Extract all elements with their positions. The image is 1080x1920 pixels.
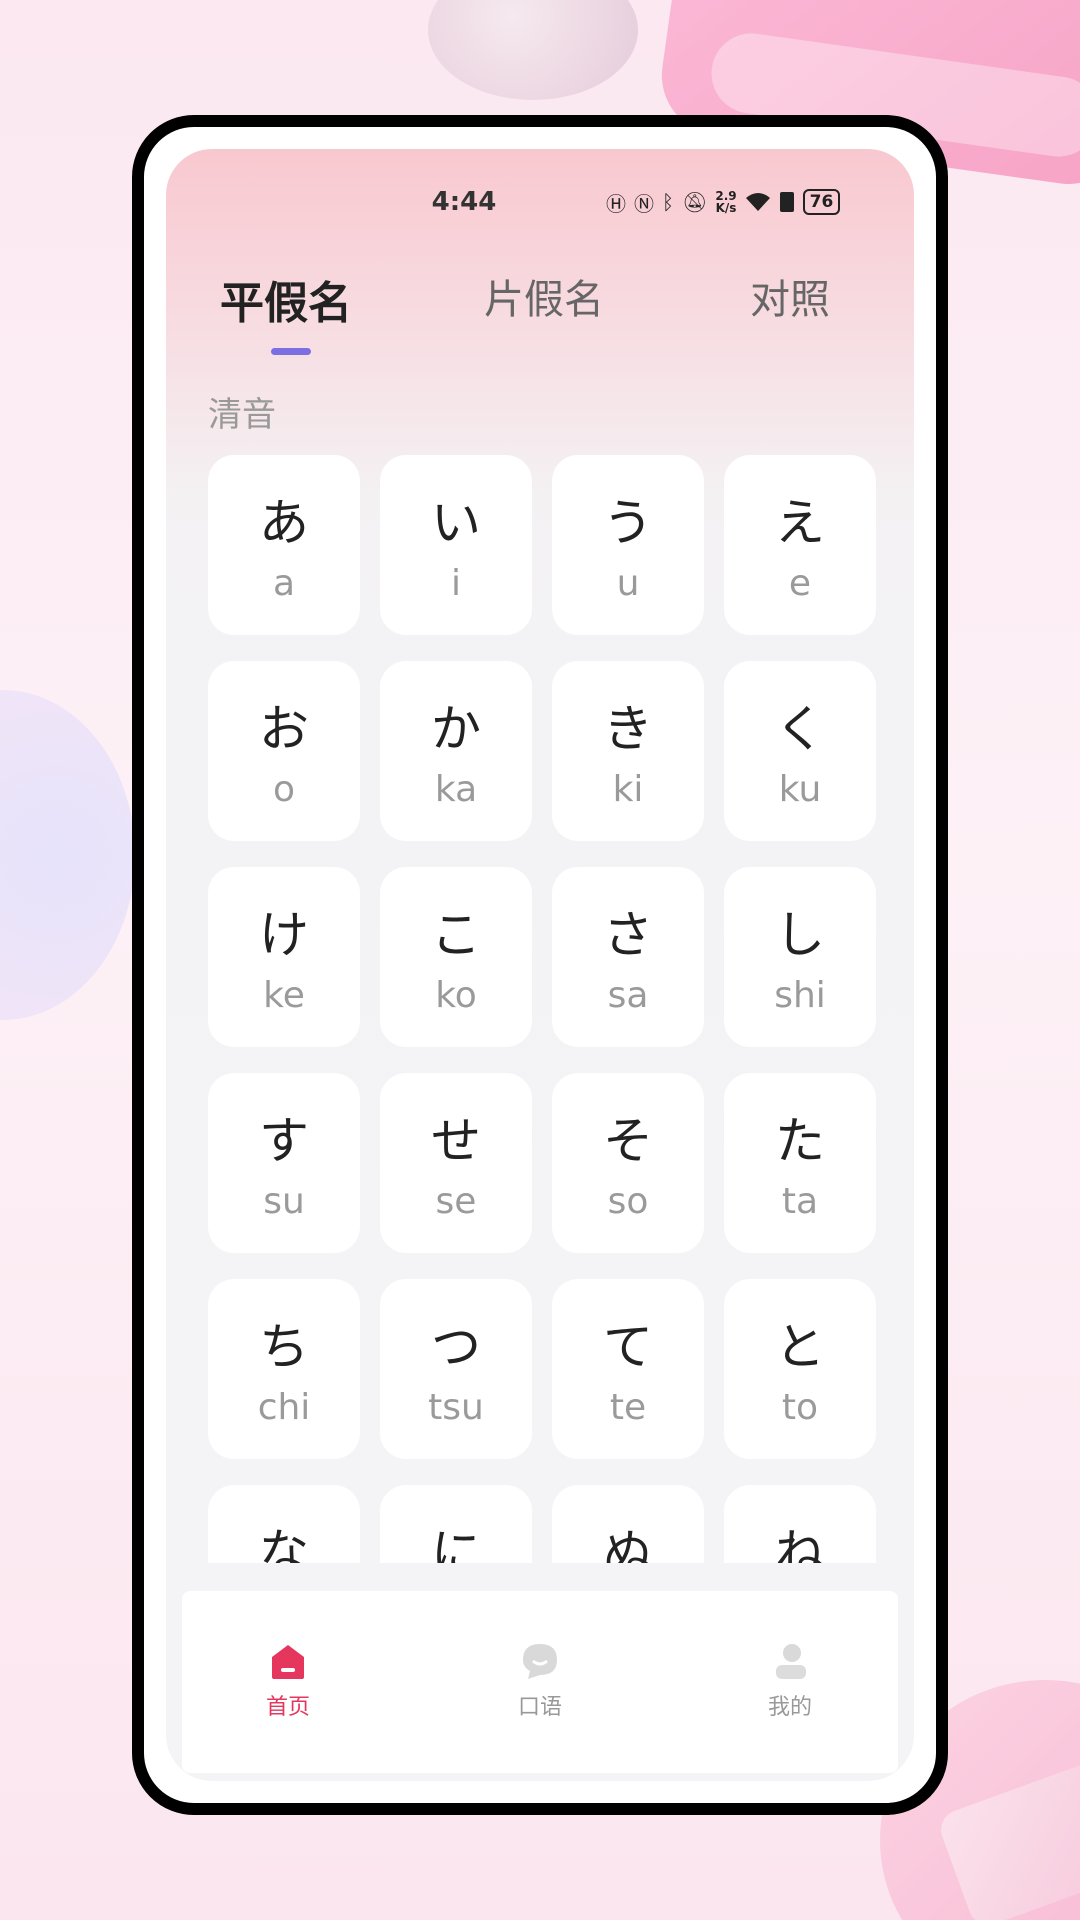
kana-character: に [431,1524,481,1563]
tab-katakana[interactable]: 片假名 [484,267,604,325]
kana-character: せ [431,1112,481,1170]
kana-card[interactable]: つ tsu [380,1279,532,1459]
tab-compare[interactable]: 对照 [750,267,830,325]
kana-romaji: so [607,1181,649,1222]
kana-romaji: su [263,1181,305,1222]
kana-card[interactable]: く ku [724,661,876,841]
kana-card[interactable]: ち chi [208,1279,360,1459]
kana-romaji: ta [781,1181,819,1222]
kana-card[interactable]: き ki [552,661,704,841]
kana-character: け [259,906,309,964]
kana-romaji: i [450,563,461,604]
status-time: 4:44 [431,187,497,217]
kana-card[interactable]: えe [724,455,876,635]
kana-romaji: e [788,563,812,604]
kana-character: か [431,700,481,758]
kana-card[interactable]: た ta [724,1073,876,1253]
kana-romaji: tsu [428,1387,484,1428]
kana-character: て [603,1318,653,1376]
hd-icon: Ⓗ [606,191,626,216]
nav-home-label: 首页 [265,1695,310,1720]
kana-card[interactable]: さ sa [552,867,704,1047]
kana-card[interactable]: いi [380,455,532,635]
kana-romaji: o [272,769,296,810]
kana-card[interactable]: うu [552,455,704,635]
nfc-icon: Ⓝ [634,191,654,216]
kana-character: さ [603,906,653,964]
kana-card[interactable]: あa [208,455,360,635]
app-screen: 4:44 Ⓗ Ⓝ ᛒ 🔕︎ 2.9 K/s 76 平假名 片假名 对照 清音 あ… [166,149,914,1781]
kana-romaji: a [272,563,296,604]
kana-card[interactable]: て te [552,1279,704,1459]
network-speed: 2.9 K/s [715,190,736,214]
kana-card[interactable]: す su [208,1073,360,1253]
kana-character: ね [775,1524,825,1563]
kana-romaji: sa [607,975,649,1016]
kana-romaji: ki [612,769,644,810]
kana-card[interactable]: せ se [380,1073,532,1253]
kana-card[interactable]: ぬ [552,1485,704,1563]
nav-me-label: 我的 [767,1695,812,1720]
kana-card[interactable]: と to [724,1279,876,1459]
kana-romaji: te [609,1387,647,1428]
bluetooth-icon: ᛒ [662,190,674,214]
network-speed-unit: K/s [715,201,737,215]
nav-speaking[interactable]: 口语 [480,1641,600,1721]
nav-speaking-label: 口语 [517,1695,562,1720]
battery-level: 76 [802,189,841,215]
chat-bubble-icon [523,1644,557,1679]
kana-romaji: ku [778,769,822,810]
kana-card[interactable]: そ so [552,1073,704,1253]
kana-romaji: ka [434,769,478,810]
kana-grid: あ a い i う u え e お o か ka き ki く ku け ke こ ko さ sa し shi す su せ se そ s… [208,455,876,1563]
kana-romaji: chi [257,1387,311,1428]
kana-card[interactable]: に [380,1485,532,1563]
tab-hiragana[interactable]: 平假名 [220,267,352,331]
kana-character: つ [431,1318,481,1376]
mute-icon: 🔕︎ [682,190,708,214]
kana-card[interactable]: ね [724,1485,876,1563]
kana-romaji: u [616,563,640,604]
section-title: 清音 [208,395,276,435]
kana-character: き [603,700,653,758]
kana-character: た [775,1112,825,1170]
kana-character: う [603,494,653,552]
kana-character: く [775,700,825,758]
active-tab-indicator [271,348,311,355]
nav-home[interactable]: 首页 [228,1641,348,1721]
kana-character: お [259,700,309,758]
kana-card[interactable]: け ke [208,867,360,1047]
kana-character: と [775,1318,825,1376]
nav-me[interactable]: 我的 [730,1641,850,1721]
kana-romaji: ko [435,975,477,1016]
kana-character: し [775,906,825,964]
kana-character: な [259,1524,309,1563]
kana-romaji: to [781,1387,819,1428]
kana-card[interactable]: な [208,1485,360,1563]
kana-character: え [775,494,825,552]
kana-character: い [431,494,481,552]
kana-card[interactable]: し shi [724,867,876,1047]
decorative-left-orb [0,690,135,1020]
kana-character: ぬ [603,1524,653,1563]
kana-card[interactable]: おo [208,661,360,841]
kana-romaji: se [435,1181,477,1222]
kana-romaji: ke [263,975,305,1016]
kana-card[interactable]: こ ko [380,867,532,1047]
phone-frame: 4:44 Ⓗ Ⓝ ᛒ 🔕︎ 2.9 K/s 76 平假名 片假名 对照 清音 あ… [132,115,948,1815]
sim-icon [779,191,795,213]
kana-character: あ [259,494,309,552]
kana-character: ち [259,1318,309,1376]
kana-romaji: shi [774,975,826,1016]
kana-card[interactable]: か ka [380,661,532,841]
profile-icon [776,1644,806,1679]
kana-character: こ [431,906,481,964]
status-icons: Ⓗ Ⓝ ᛒ 🔕︎ 2.9 K/s 76 [606,187,841,217]
bottom-navigation: 首页 口语 我的 [182,1591,898,1773]
decorative-ball [428,0,638,100]
wifi-icon [745,191,771,213]
kana-character: そ [603,1112,653,1170]
home-icon [272,1645,304,1679]
kana-character: す [259,1112,309,1170]
